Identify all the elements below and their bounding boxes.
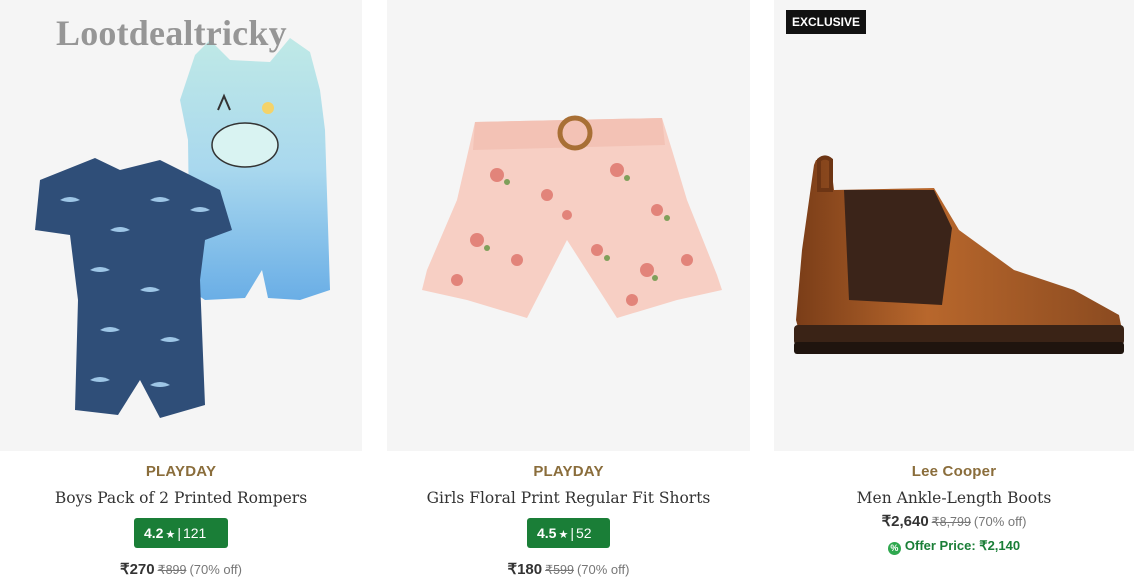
- star-icon: ★: [558, 529, 569, 541]
- product-card[interactable]: EXCLUSIVE Lee Cooper Men Ankle-Length Bo…: [774, 0, 1134, 583]
- product-title[interactable]: Men Ankle-Length Boots: [774, 489, 1134, 507]
- product-brand: PLAYDAY: [145, 463, 217, 480]
- selling-price: ₹180: [507, 561, 543, 578]
- exclusive-badge: EXCLUSIVE: [786, 10, 867, 34]
- price-row: ₹270 ₹899 (70% off): [0, 560, 362, 578]
- star-icon: ★: [165, 529, 176, 541]
- product-image[interactable]: [387, 0, 750, 451]
- product-brand: Lee Cooper: [911, 463, 997, 480]
- rating-badge: 4.5 ★ | 52: [527, 518, 610, 548]
- mrp-price: ₹8,799: [931, 515, 971, 529]
- offer-price-row: % Offer Price: ₹2,140: [774, 538, 1134, 555]
- floral-shorts-image: [422, 115, 722, 318]
- discount-text: (70% off): [189, 562, 242, 577]
- mrp-price: ₹899: [157, 563, 187, 577]
- rating-separator: |: [177, 525, 181, 541]
- rating-count: 121: [182, 525, 207, 541]
- offer-tag-icon: %: [887, 542, 901, 555]
- product-title[interactable]: Boys Pack of 2 Printed Rompers: [0, 489, 362, 507]
- discount-text: (70% off): [576, 562, 630, 577]
- rating-count: 52: [575, 525, 592, 541]
- ankle-boot-image: [794, 155, 1124, 354]
- price-row: ₹180 ₹599 (70% off): [387, 560, 750, 578]
- product-brand: PLAYDAY: [533, 463, 604, 480]
- rating-badge: 4.2 ★ | 121: [134, 518, 228, 548]
- baby-rompers-pack-image: [35, 38, 330, 418]
- rating-value: 4.2: [144, 525, 164, 541]
- product-card[interactable]: Lootdealtricky PLAYDAY Boys Pack of 2 Pr…: [0, 0, 362, 583]
- product-image[interactable]: EXCLUSIVE: [774, 0, 1134, 451]
- offer-price-label: Offer Price: ₹2,140: [904, 538, 1021, 553]
- product-card[interactable]: PLAYDAY Girls Floral Print Regular Fit S…: [387, 0, 750, 583]
- mrp-price: ₹599: [545, 563, 574, 577]
- product-title[interactable]: Girls Floral Print Regular Fit Shorts: [387, 489, 750, 507]
- discount-text: (70% off): [973, 514, 1027, 529]
- rating-separator: |: [570, 525, 574, 541]
- selling-price: ₹270: [120, 561, 155, 578]
- product-image[interactable]: Lootdealtricky: [0, 0, 362, 451]
- price-row: ₹2,640 ₹8,799 (70% off): [774, 512, 1134, 530]
- rating-value: 4.5: [537, 525, 557, 541]
- watermark-text: Lootdealtricky: [56, 13, 287, 53]
- selling-price: ₹2,640: [881, 513, 929, 530]
